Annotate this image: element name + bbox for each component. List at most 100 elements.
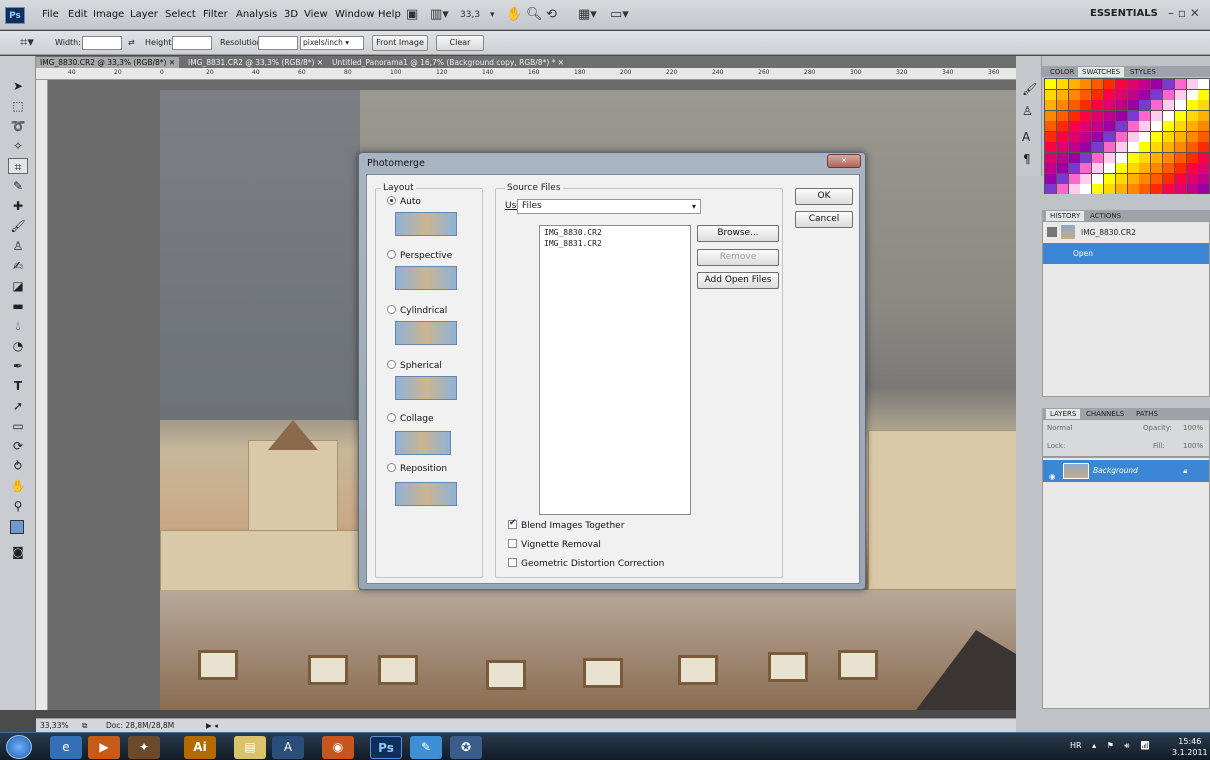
swatch[interactable] xyxy=(1127,100,1139,110)
tab-color[interactable]: COLOR xyxy=(1046,67,1078,77)
swatch[interactable] xyxy=(1163,100,1174,110)
swatch[interactable] xyxy=(1198,121,1210,131)
menu-window[interactable]: Window xyxy=(335,9,374,20)
zoom-tool-icon[interactable]: 🔍︎ xyxy=(526,6,543,24)
swatch[interactable] xyxy=(1045,152,1056,163)
swatch[interactable] xyxy=(1115,79,1127,89)
swatch[interactable] xyxy=(1080,173,1092,184)
tab-actions[interactable]: ACTIONS xyxy=(1086,211,1125,221)
zoom-tool-icon[interactable]: ⚲ xyxy=(8,498,28,514)
swatch[interactable] xyxy=(1045,142,1056,152)
swatch[interactable] xyxy=(1139,142,1151,152)
swatch[interactable] xyxy=(1104,110,1115,121)
swatch[interactable] xyxy=(1068,131,1080,142)
crop-tool-icon[interactable]: ⌗ xyxy=(8,158,28,174)
swatch[interactable] xyxy=(1163,173,1174,184)
resolution-input[interactable] xyxy=(258,36,298,50)
swatch[interactable] xyxy=(1186,163,1198,173)
type-tool-icon[interactable]: T xyxy=(8,378,28,394)
swatch[interactable] xyxy=(1056,163,1068,173)
path-selection-tool-icon[interactable]: ➚ xyxy=(8,398,28,414)
swatch[interactable] xyxy=(1151,163,1163,173)
tab-img-8831[interactable]: IMG_8831.CR2 @ 33,3% (RGB/8*) ✕ xyxy=(184,57,327,68)
swatch[interactable] xyxy=(1115,163,1127,173)
layout-reposition-radio[interactable]: Reposition xyxy=(387,463,447,474)
swatch[interactable] xyxy=(1151,184,1163,194)
swatch[interactable] xyxy=(1056,173,1068,184)
tab-layers[interactable]: LAYERS xyxy=(1046,409,1081,419)
cancel-button[interactable]: Cancel xyxy=(795,211,853,228)
swatch[interactable] xyxy=(1092,152,1104,163)
swatch[interactable] xyxy=(1056,79,1068,89)
move-tool-icon[interactable]: ➤ xyxy=(8,78,28,94)
height-input[interactable] xyxy=(172,36,212,50)
swatch[interactable] xyxy=(1115,184,1127,194)
eyedropper-tool-icon[interactable]: ✎ xyxy=(8,178,28,194)
illustrator-icon[interactable]: Ai xyxy=(184,736,216,759)
swatch[interactable] xyxy=(1045,163,1056,173)
swatch[interactable] xyxy=(1198,100,1210,110)
tab-history[interactable]: HISTORY xyxy=(1046,211,1085,221)
resolution-units-select[interactable]: pixels/inch ▾ xyxy=(300,36,364,50)
swatch[interactable] xyxy=(1186,89,1198,100)
blur-tool-icon[interactable]: 💧︎ xyxy=(8,318,28,334)
swatch[interactable] xyxy=(1174,79,1186,89)
foreground-color-swatch[interactable] xyxy=(10,520,24,534)
file-list[interactable]: IMG_8830.CR2 IMG_8831.CR2 xyxy=(539,225,691,515)
swatch[interactable] xyxy=(1163,142,1174,152)
swatch[interactable] xyxy=(1092,79,1104,89)
swatch[interactable] xyxy=(1174,142,1186,152)
swatch[interactable] xyxy=(1174,173,1186,184)
swatch[interactable] xyxy=(1127,121,1139,131)
swatch[interactable] xyxy=(1151,131,1163,142)
swatch[interactable] xyxy=(1080,131,1092,142)
tab-styles[interactable]: STYLES xyxy=(1126,67,1160,77)
menu-file[interactable]: File xyxy=(42,9,59,20)
hand-tool-icon[interactable]: ✋ xyxy=(8,478,28,494)
swatch[interactable] xyxy=(1080,142,1092,152)
swatch[interactable] xyxy=(1104,163,1115,173)
status-menu-arrow[interactable]: ▶ ◂ xyxy=(206,721,218,730)
swatch[interactable] xyxy=(1186,79,1198,89)
arrange-documents-icon[interactable]: ▦▾ xyxy=(578,6,597,24)
workspace-switcher[interactable]: ESSENTIALS xyxy=(1090,8,1158,19)
swatch[interactable] xyxy=(1186,152,1198,163)
character-panel-icon[interactable]: A xyxy=(1022,130,1030,144)
status-zoom[interactable]: 33,33% xyxy=(40,721,69,730)
swatch[interactable] xyxy=(1056,100,1068,110)
swatch[interactable] xyxy=(1174,121,1186,131)
app-launcher-icon[interactable]: ✦ xyxy=(128,736,160,759)
history-snapshot[interactable]: IMG_8830.CR2 xyxy=(1043,222,1209,243)
history-state-open[interactable]: Open xyxy=(1043,243,1209,264)
swatch[interactable] xyxy=(1104,131,1115,142)
swatch[interactable] xyxy=(1163,110,1174,121)
notes-icon[interactable]: ✎ xyxy=(410,736,442,759)
swatch[interactable] xyxy=(1174,89,1186,100)
swatch[interactable] xyxy=(1092,89,1104,100)
swatch[interactable] xyxy=(1068,152,1080,163)
menu-3d[interactable]: 3D xyxy=(284,9,298,20)
swatch[interactable] xyxy=(1115,131,1127,142)
blend-mode-select[interactable]: Normal xyxy=(1047,424,1072,432)
quick-mask-icon[interactable]: ◙ xyxy=(8,544,28,560)
swatch[interactable] xyxy=(1080,89,1092,100)
menu-image[interactable]: Image xyxy=(93,9,124,20)
shape-tool-icon[interactable]: ▭ xyxy=(8,418,28,434)
swatch[interactable] xyxy=(1139,163,1151,173)
swatch[interactable] xyxy=(1068,89,1080,100)
swatch[interactable] xyxy=(1151,79,1163,89)
swatch[interactable] xyxy=(1056,131,1068,142)
swatch[interactable] xyxy=(1151,121,1163,131)
swatch[interactable] xyxy=(1151,152,1163,163)
clock[interactable]: 15:46 3.1.2011 xyxy=(1172,736,1208,758)
swatch[interactable] xyxy=(1092,184,1104,194)
fill-value[interactable]: 100% xyxy=(1183,442,1203,450)
swatch[interactable] xyxy=(1115,142,1127,152)
tab-untitled-panorama[interactable]: Untitled_Panorama1 @ 16,7% (Background c… xyxy=(328,57,568,68)
swatch[interactable] xyxy=(1186,184,1198,194)
swatch[interactable] xyxy=(1068,142,1080,152)
swatch[interactable] xyxy=(1115,100,1127,110)
layout-collage-radio[interactable]: Collage xyxy=(387,413,434,424)
swatch[interactable] xyxy=(1056,110,1068,121)
quick-selection-tool-icon[interactable]: ✧ xyxy=(8,138,28,154)
